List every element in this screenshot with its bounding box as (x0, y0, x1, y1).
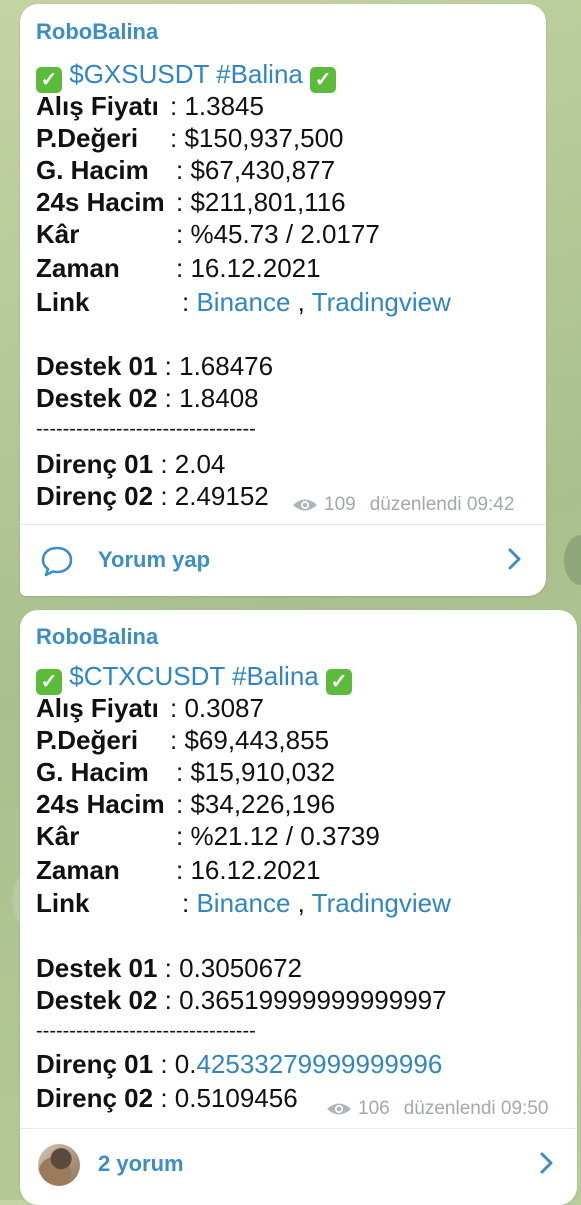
post-title: ✓ $GXSUSDT #Balina ✓ (36, 58, 337, 93)
row-profit: Kâr: %21.12 / 0.3739 (36, 821, 380, 851)
row-24h-volume: 24s Hacim: $211,801,116 (36, 187, 346, 217)
comment-button[interactable]: Yorum yap (98, 547, 210, 573)
avatar[interactable] (38, 1144, 80, 1186)
row-resistance-2: Direnç 02 : 2.49152 (36, 481, 269, 511)
footer-divider (20, 524, 546, 525)
row-market-cap: P.Değeri: $69,443,855 (36, 725, 330, 755)
row-links: Link : Binance , Tradingview (36, 888, 451, 918)
message-bubble-1[interactable]: RoboBalina ✓ $GXSUSDT #Balina ✓ Alış Fiy… (20, 4, 546, 596)
channel-author[interactable]: RoboBalina (36, 19, 158, 45)
row-support-2: Destek 02 : 0.36519999999999997 (36, 985, 447, 1015)
tradingview-link[interactable]: Tradingview (312, 287, 451, 317)
view-count: 106 (358, 1098, 390, 1119)
edited-time: düzenlendi 09:42 (369, 494, 515, 515)
message-bubble-2[interactable]: RoboBalina ✓ $CTXCUSDT #Balina ✓ Alış Fi… (20, 610, 577, 1205)
row-links: Link : Binance , Tradingview (36, 287, 451, 317)
phone-number-link[interactable]: 42533279999999996 (196, 1049, 442, 1079)
message-meta: 106 düzenlendi 09:50 (326, 1098, 548, 1120)
view-count: 109 (324, 494, 356, 515)
row-resistance-2: Direnç 02 : 0.5109456 (36, 1083, 298, 1113)
separator-line: --------------------------------- (36, 1020, 256, 1042)
separator-line: --------------------------------- (36, 418, 256, 440)
edited-time: düzenlendi 09:50 (403, 1098, 549, 1119)
binance-link[interactable]: Binance (196, 287, 290, 317)
comment-bubble-icon (41, 546, 73, 577)
scroll-side-button[interactable] (564, 535, 581, 585)
chevron-right-icon[interactable] (538, 1151, 554, 1175)
row-24h-volume: 24s Hacim: $34,226,196 (36, 789, 336, 819)
title-hashtag[interactable]: $GXSUSDT #Balina (69, 59, 303, 89)
row-profit: Kâr: %45.73 / 2.0177 (36, 219, 380, 249)
message-meta: 109 düzenlendi 09:42 (292, 494, 514, 516)
row-support-1: Destek 01 : 0.3050672 (36, 953, 303, 983)
title-hashtag[interactable]: $CTXCUSDT #Balina (69, 661, 319, 691)
row-daily-volume: G. Hacim: $15,910,032 (36, 757, 336, 787)
eye-icon (327, 1103, 351, 1115)
post-title: ✓ $CTXCUSDT #Balina ✓ (36, 660, 352, 695)
tradingview-link[interactable]: Tradingview (312, 888, 451, 918)
chevron-right-icon[interactable] (506, 547, 522, 571)
row-time: Zaman: 16.12.2021 (36, 855, 321, 885)
row-resistance-1: Direnç 01 : 0.42533279999999996 (36, 1049, 443, 1079)
row-time: Zaman: 16.12.2021 (36, 253, 321, 283)
row-market-cap: P.Değeri: $150,937,500 (36, 123, 344, 153)
row-daily-volume: G. Hacim: $67,430,877 (36, 155, 336, 185)
row-buy-price: Alış Fiyatı: 0.3087 (36, 693, 264, 723)
row-support-1: Destek 01 : 1.68476 (36, 351, 274, 381)
channel-author[interactable]: RoboBalina (36, 624, 158, 650)
row-buy-price: Alış Fiyatı: 1.3845 (36, 91, 264, 121)
row-support-2: Destek 02 : 1.8408 (36, 383, 259, 413)
comments-count-button[interactable]: 2 yorum (98, 1151, 184, 1177)
row-resistance-1: Direnç 01 : 2.04 (36, 449, 226, 479)
binance-link[interactable]: Binance (196, 888, 290, 918)
eye-icon (293, 499, 317, 511)
footer-divider (20, 1128, 577, 1129)
